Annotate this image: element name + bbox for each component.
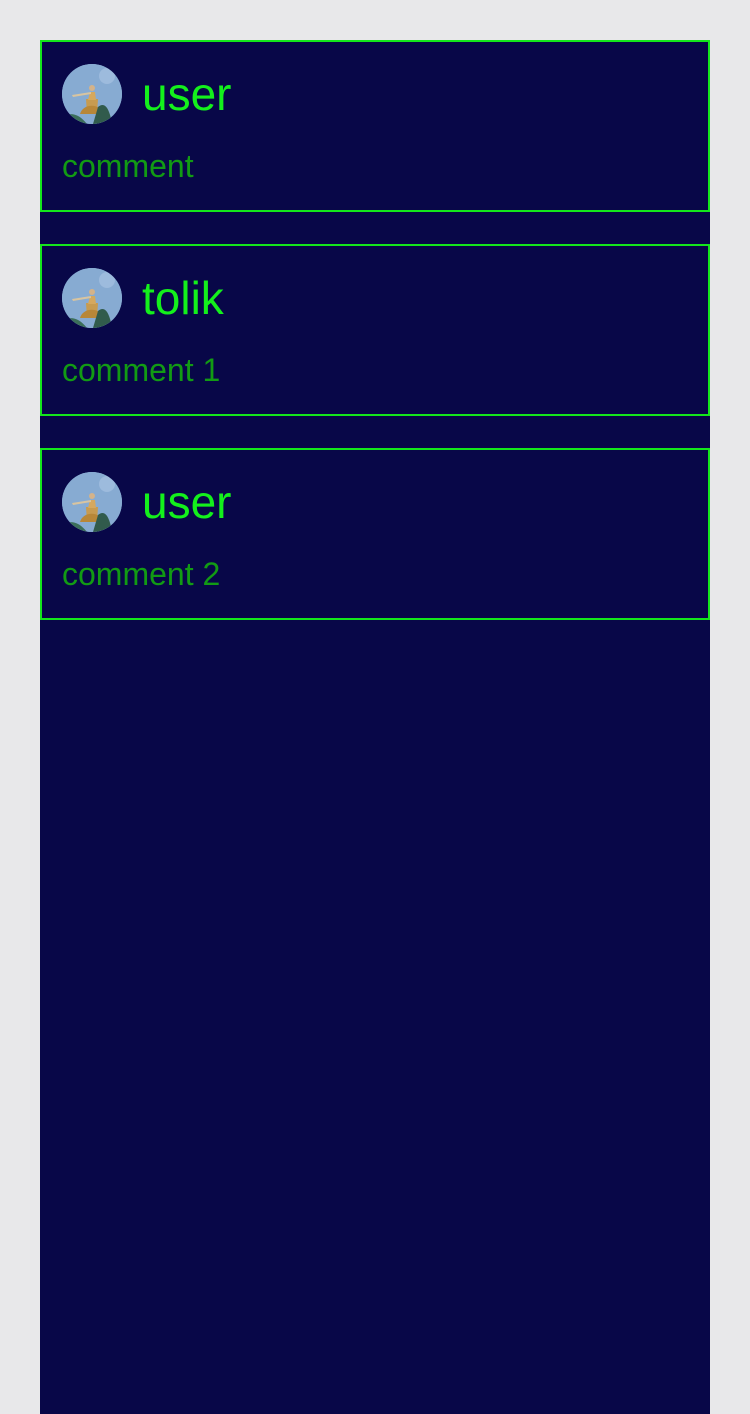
comment-header: user xyxy=(62,64,688,124)
comment-list: user comment tolik comment 1 user commen… xyxy=(40,40,710,620)
comment-card: user comment xyxy=(40,40,710,212)
avatar[interactable] xyxy=(62,472,122,532)
avatar[interactable] xyxy=(62,268,122,328)
comment-card: tolik comment 1 xyxy=(40,244,710,416)
comment-header: tolik xyxy=(62,268,688,328)
comment-text: comment 1 xyxy=(62,352,221,388)
avatar[interactable] xyxy=(62,64,122,124)
comment-author[interactable]: tolik xyxy=(142,268,224,328)
comment-card: user comment 2 xyxy=(40,448,710,620)
avatar-photo-icon xyxy=(62,64,122,124)
comment-header: user xyxy=(62,472,688,532)
comment-text: comment 2 xyxy=(62,556,221,592)
avatar-photo-icon xyxy=(62,472,122,532)
comment-author[interactable]: user xyxy=(142,64,231,124)
comment-text: comment xyxy=(62,148,194,184)
avatar-photo-icon xyxy=(62,268,122,328)
comments-panel: user comment tolik comment 1 user commen… xyxy=(40,40,710,1414)
comment-author[interactable]: user xyxy=(142,472,231,532)
